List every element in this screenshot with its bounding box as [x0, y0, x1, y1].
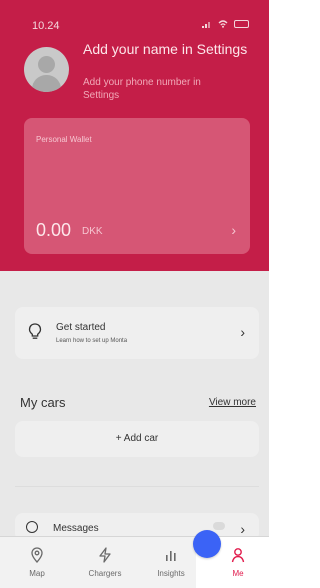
section-title-my-cars: My cars — [20, 395, 66, 410]
view-more-link[interactable]: View more — [209, 397, 256, 408]
chat-icon — [26, 521, 38, 533]
wallet-currency: DKK — [82, 226, 103, 237]
status-icons — [202, 20, 249, 28]
wifi-icon — [218, 20, 228, 28]
get-started-title: Get started — [56, 322, 106, 333]
messages-badge — [213, 522, 225, 530]
status-time: 10.24 — [32, 20, 60, 32]
map-pin-icon — [12, 546, 62, 564]
avatar-head-icon — [38, 56, 55, 73]
nav-label-me: Me — [232, 569, 244, 578]
profile-header: 10.24 Add your name in Settings Add your… — [0, 0, 269, 271]
chevron-right-icon: › — [240, 324, 245, 340]
get-started-card[interactable]: Get started Learn how to set up Monta › — [15, 307, 259, 359]
nav-item-me[interactable]: Me — [213, 546, 263, 578]
profile-screen: 10.24 Add your name in Settings Add your… — [0, 0, 269, 588]
nav-item-map[interactable]: Map — [12, 546, 62, 578]
nav-label-map: Map — [29, 569, 45, 578]
nav-item-chargers[interactable]: Chargers — [80, 546, 130, 578]
nav-label-insights: Insights — [157, 569, 185, 578]
nav-label-chargers: Chargers — [88, 569, 122, 578]
wallet-amount: 0.00 — [36, 220, 72, 240]
profile-phone[interactable]: Add your phone number in Settings — [83, 76, 233, 102]
person-icon — [213, 546, 263, 564]
lightning-icon — [80, 546, 130, 564]
lightbulb-icon — [28, 323, 42, 339]
get-started-subtitle: Learn how to set up Monta — [56, 338, 128, 344]
add-car-label: + Add car — [115, 433, 159, 444]
nav-item-insights[interactable]: Insights — [146, 546, 196, 578]
avatar[interactable] — [24, 47, 69, 92]
floating-action-button[interactable] — [193, 530, 221, 558]
wallet-title: Personal Wallet — [36, 135, 92, 144]
avatar-body-icon — [32, 75, 61, 92]
bottom-navigation: Map Chargers Insights Me — [0, 536, 269, 588]
status-bar: 10.24 — [32, 20, 249, 34]
chevron-right-icon: › — [231, 222, 236, 238]
chevron-right-icon: › — [240, 521, 245, 537]
divider — [15, 486, 259, 487]
bar-chart-icon — [146, 546, 196, 564]
messages-label: Messages — [53, 523, 99, 534]
signal-icon — [202, 22, 210, 28]
add-car-button[interactable]: + Add car — [15, 421, 259, 457]
wallet-card[interactable]: Personal Wallet 0.00 DKK › — [24, 118, 250, 254]
battery-icon — [234, 20, 249, 28]
profile-name[interactable]: Add your name in Settings — [83, 41, 253, 58]
